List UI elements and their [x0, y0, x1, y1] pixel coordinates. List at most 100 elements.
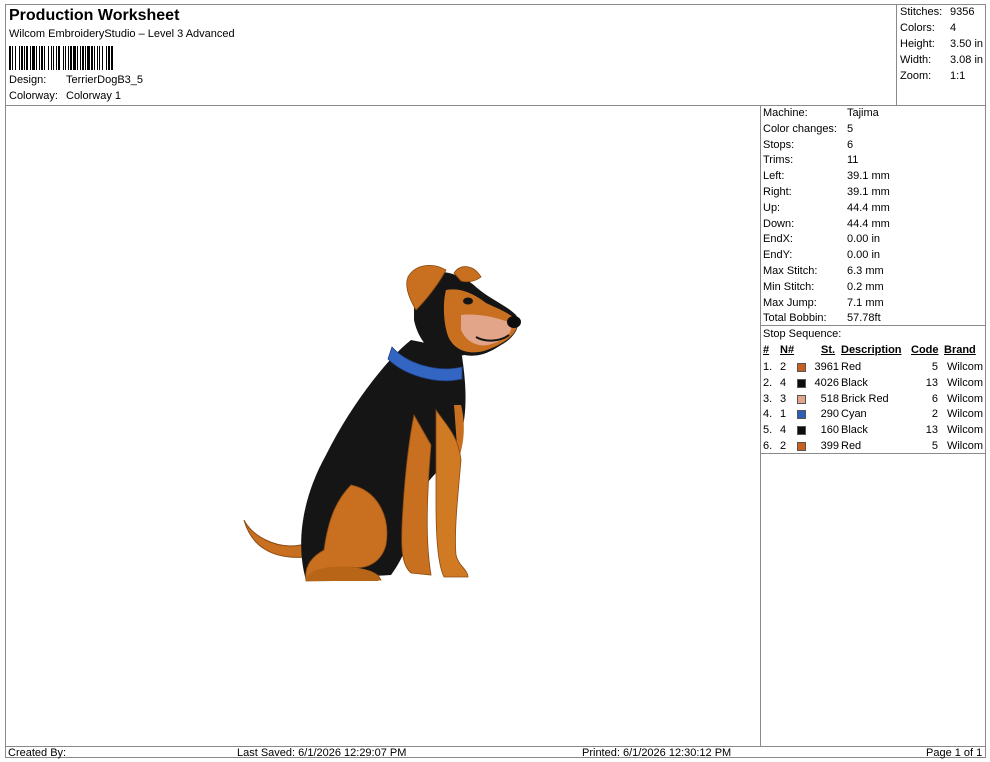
- color-swatch: [797, 363, 806, 372]
- info-key: Right:: [763, 186, 792, 198]
- design-label: Design:: [9, 74, 47, 86]
- colorway-row: Colorway: Colorway 1: [9, 90, 121, 102]
- page-number: Page 1 of 1: [926, 747, 983, 759]
- stop-sequence-row: 2. 4 4026 Black 13 Wilcom: [760, 377, 985, 392]
- summary-row: Colors: 4: [900, 22, 956, 34]
- row-description: Red: [841, 440, 862, 452]
- info-row: Color changes: 5: [763, 123, 853, 135]
- color-swatch: [797, 394, 806, 404]
- summary-row: Width: 3.08 in: [900, 54, 983, 66]
- col-header-description: Description: [841, 344, 902, 356]
- info-row: Trims: 11: [763, 154, 858, 166]
- info-row: Down: 44.4 mm: [763, 218, 890, 230]
- row-stitches: 399: [820, 440, 839, 452]
- worksheet-footer: Created By: Last Saved: 6/1/2026 12:29:0…: [6, 746, 985, 759]
- row-brand: Wilcom: [946, 376, 983, 389]
- row-description: Black: [841, 424, 868, 437]
- design-preview-area: [6, 105, 761, 746]
- info-key: Down:: [763, 217, 795, 230]
- stop-sequence-row: 6. 2 399 Red 5 Wilcom: [760, 440, 985, 455]
- info-row: Up: 44.4 mm: [763, 202, 890, 214]
- info-value: 57.78ft: [847, 312, 881, 325]
- col-header-needle: N#: [780, 344, 795, 356]
- summary-value: 3.08 in: [950, 54, 984, 66]
- row-brand: Wilcom: [946, 440, 983, 452]
- info-value: 44.4 mm: [847, 217, 890, 230]
- row-number: 6.: [763, 440, 773, 452]
- row-needle: 3: [780, 392, 787, 405]
- software-subtitle: Wilcom EmbroideryStudio – Level 3 Advanc…: [9, 28, 235, 40]
- stop-sequence-row: 5. 4 160 Black 13 Wilcom: [760, 424, 985, 439]
- row-needle: 2: [780, 361, 787, 373]
- info-key: Min Stitch:: [763, 280, 815, 293]
- summary-panel: Stitches: 9356 Colors: 4 Height: 3.50 in Wi…: [896, 5, 986, 106]
- summary-value: 3.50 in: [950, 38, 984, 50]
- info-key: Total Bobbin:: [763, 312, 827, 325]
- stop-sequence-title: Stop Sequence:: [763, 328, 842, 340]
- summary-value: 4: [950, 22, 957, 34]
- row-needle: 4: [780, 376, 787, 389]
- row-description: Brick Red: [841, 392, 889, 405]
- row-code: 5: [931, 361, 938, 373]
- row-number: 2.: [763, 376, 773, 389]
- info-value: 11: [847, 154, 859, 167]
- row-number: 5.: [763, 424, 773, 437]
- barcode-image: [9, 46, 113, 70]
- row-brand: Wilcom: [946, 424, 983, 437]
- summary-key: Colors:: [900, 22, 935, 34]
- info-row: EndY: 0.00 in: [763, 249, 880, 261]
- info-value: 39.1 mm: [847, 170, 890, 183]
- info-key: Max Jump:: [763, 296, 817, 309]
- summary-value: 1:1: [950, 70, 966, 82]
- summary-value: 9356: [950, 6, 975, 18]
- stop-sequence-row: 3. 3 518 Brick Red 6 Wilcom: [760, 393, 985, 408]
- color-swatch: [797, 378, 806, 388]
- production-worksheet: Production Worksheet Wilcom EmbroiderySt…: [5, 4, 986, 759]
- stop-sequence-panel: Stop Sequence: # N# St. Description Code…: [760, 325, 985, 454]
- row-brand: Wilcom: [946, 392, 983, 405]
- row-stitches: 4026: [814, 376, 839, 389]
- row-code: 13: [925, 376, 938, 389]
- row-code: 13: [925, 424, 938, 437]
- row-number: 3.: [763, 392, 773, 405]
- info-row: Right: 39.1 mm: [763, 186, 890, 198]
- stop-sequence-row: 1. 2 3961 Red 5 Wilcom: [760, 361, 985, 376]
- row-stitches: 160: [820, 424, 839, 437]
- info-value: 5: [847, 122, 854, 135]
- row-description: Cyan: [841, 408, 867, 421]
- row-needle: 1: [780, 408, 787, 421]
- stop-sequence-row: 4. 1 290 Cyan 2 Wilcom: [760, 408, 985, 423]
- summary-row: Stitches: 9356: [900, 6, 974, 18]
- info-row: EndX: 0.00 in: [763, 233, 880, 245]
- design-row: Design: TerrierDogB3_5: [9, 74, 143, 86]
- row-needle: 2: [780, 440, 787, 452]
- info-row: Left: 39.1 mm: [763, 170, 890, 182]
- info-row: Total Bobbin: 57.78ft: [763, 312, 881, 324]
- col-header-brand: Brand: [944, 344, 976, 356]
- col-header-num: #: [763, 344, 770, 356]
- info-key: EndX:: [763, 233, 793, 246]
- row-stitches: 3961: [814, 361, 839, 373]
- last-saved: Last Saved: 6/1/2026 12:29:07 PM: [237, 747, 407, 759]
- info-value: 0.2 mm: [847, 280, 884, 293]
- info-value: 0.00 in: [847, 233, 881, 246]
- row-stitches: 290: [820, 408, 839, 421]
- info-key: Color changes:: [763, 122, 837, 135]
- info-value: Tajima: [847, 107, 879, 119]
- created-by: Created By:: [8, 747, 67, 759]
- info-value: 39.1 mm: [847, 186, 890, 198]
- info-value: 0.00 in: [847, 249, 881, 262]
- color-swatch: [797, 442, 806, 451]
- stop-sequence-header: # N# St. Description Code Brand: [760, 344, 985, 359]
- color-swatch: [797, 426, 806, 436]
- info-row: Max Jump: 7.1 mm: [763, 297, 884, 309]
- page-title: Production Worksheet: [9, 7, 180, 24]
- summary-key: Zoom:: [900, 70, 932, 82]
- row-description: Red: [841, 361, 862, 373]
- summary-key: Stitches:: [900, 6, 943, 18]
- terrier-dog-embroidery-image: [243, 265, 521, 582]
- summary-row: Height: 3.50 in: [900, 38, 983, 50]
- info-row: Max Stitch: 6.3 mm: [763, 265, 884, 277]
- row-needle: 4: [780, 424, 787, 437]
- design-value: TerrierDogB3_5: [66, 74, 144, 86]
